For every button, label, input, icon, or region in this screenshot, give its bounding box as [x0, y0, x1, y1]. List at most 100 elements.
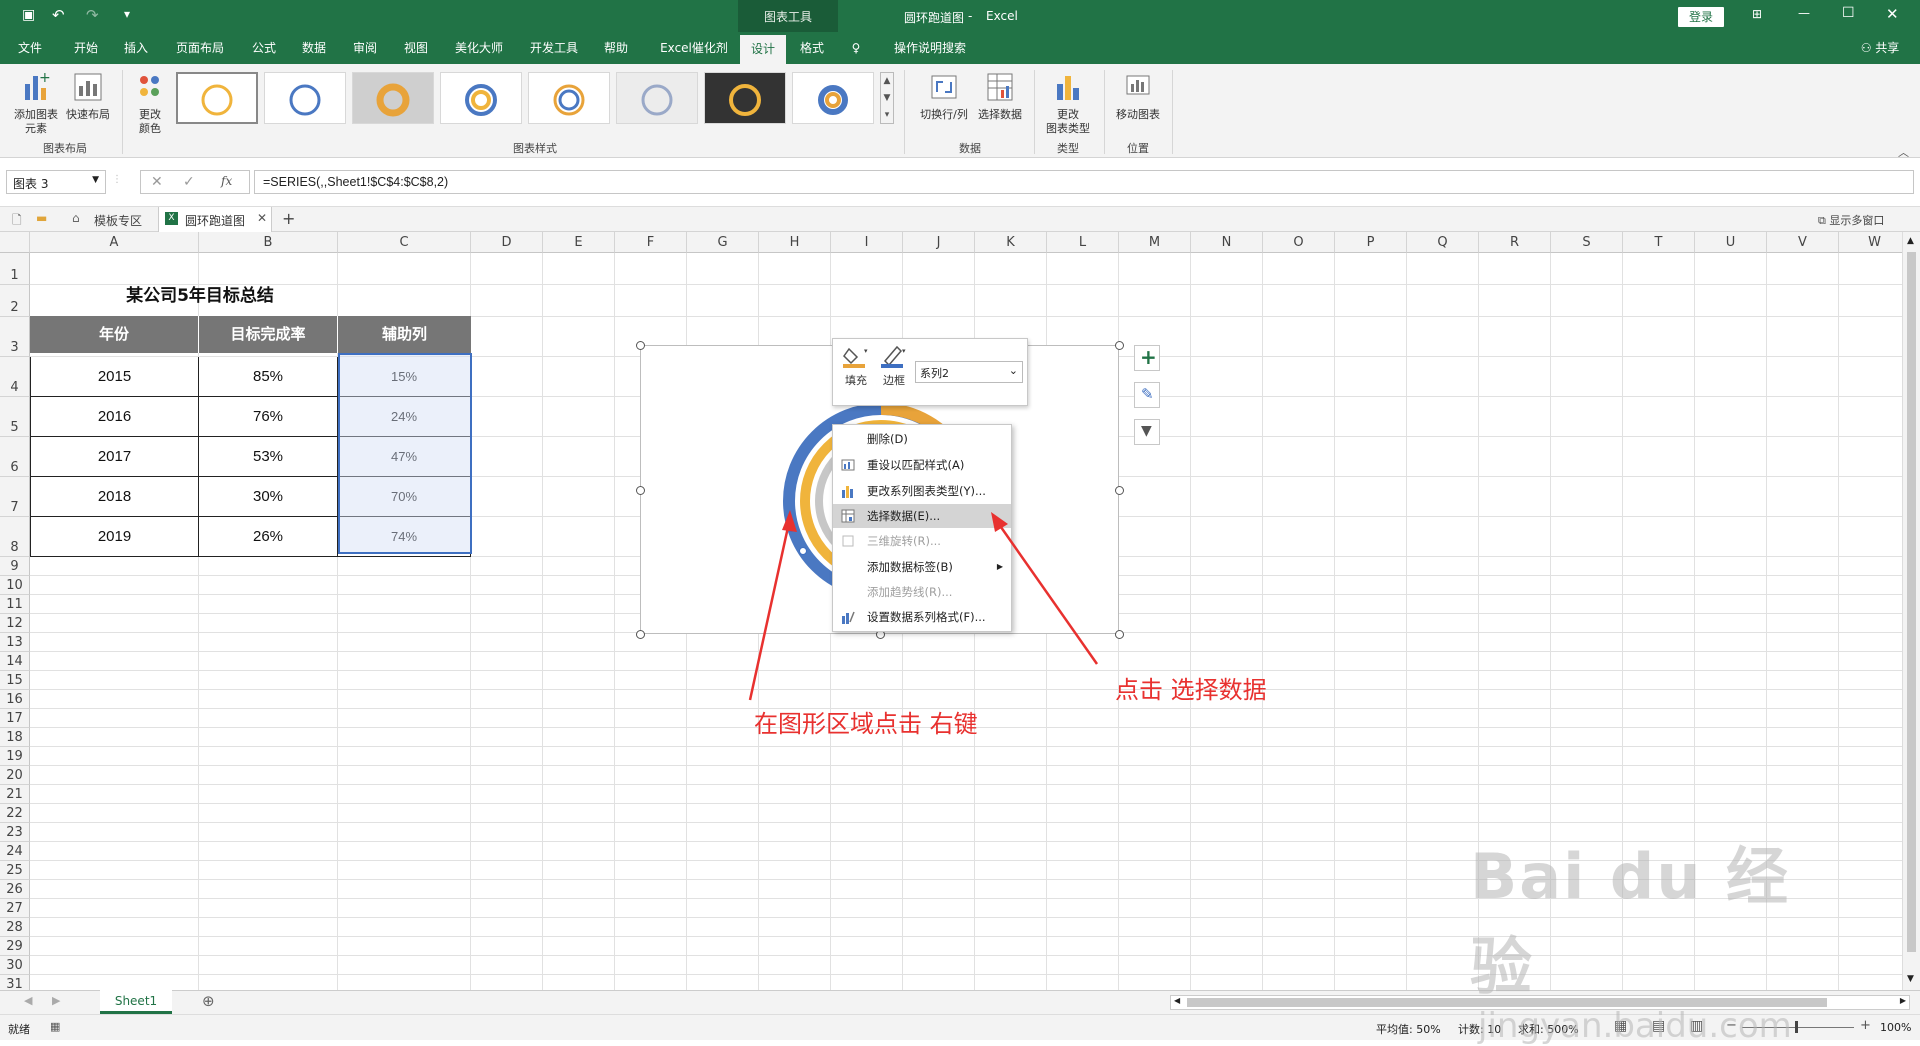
column-header-V[interactable]: V [1767, 232, 1839, 253]
row-header-24[interactable]: 24 [0, 842, 30, 861]
border-button[interactable]: ▾ 边框 [877, 343, 911, 401]
row-header-6[interactable]: 6 [0, 437, 30, 477]
row-header-29[interactable]: 29 [0, 937, 30, 956]
file-tab[interactable]: X 圆环跑道图 ✕ [158, 207, 272, 232]
column-header-B[interactable]: B [199, 232, 338, 253]
tab-insert[interactable]: 插入 [116, 32, 156, 64]
scroll-right-icon[interactable]: ▶ [1900, 996, 1906, 1005]
formula-input[interactable]: =SERIES(,,Sheet1!$C$4:$C$8,2) [254, 170, 1914, 194]
row-header-10[interactable]: 10 [0, 576, 30, 595]
menu-item-3d-rotation[interactable]: 三维旋转(R)... [833, 529, 1011, 553]
close-icon[interactable]: ✕ [1886, 5, 1899, 23]
column-header-G[interactable]: G [687, 232, 759, 253]
scroll-up-icon[interactable]: ▲ [1907, 236, 1914, 246]
row-header-31[interactable]: 31 [0, 975, 30, 990]
table-cell[interactable]: 2015 [30, 357, 199, 397]
cancel-icon[interactable]: ✕ [151, 174, 163, 190]
row-header-15[interactable]: 15 [0, 671, 30, 690]
zoom-level[interactable]: 100% [1880, 1021, 1911, 1034]
select-all-corner[interactable] [0, 232, 30, 253]
table-cell[interactable]: 53% [199, 437, 338, 477]
chart-filters-button[interactable]: ▼ [1134, 419, 1160, 445]
column-header-J[interactable]: J [903, 232, 975, 253]
resize-handle[interactable] [1115, 341, 1124, 350]
row-header-17[interactable]: 17 [0, 709, 30, 728]
table-cell[interactable]: 85% [199, 357, 338, 397]
row-header-19[interactable]: 19 [0, 747, 30, 766]
row-header-21[interactable]: 21 [0, 785, 30, 804]
scroll-left-icon[interactable]: ◀ [1174, 996, 1180, 1005]
chart-style-1[interactable] [176, 72, 258, 124]
column-header-S[interactable]: S [1551, 232, 1623, 253]
tab-data[interactable]: 数据 [294, 32, 334, 64]
menu-item-change-series-type[interactable]: 更改系列图表类型(Y)... [833, 479, 1011, 503]
save-icon[interactable]: ▣ [22, 7, 35, 23]
redo-icon[interactable]: ↷ [86, 6, 99, 24]
resize-handle[interactable] [636, 341, 645, 350]
column-header-H[interactable]: H [759, 232, 831, 253]
macro-record-icon[interactable]: ▦ [50, 1020, 60, 1033]
tell-me-search[interactable]: 操作说明搜索 [872, 32, 988, 64]
tab-excel-catalyst[interactable]: Excel催化剂 [648, 32, 740, 64]
add-tab-icon[interactable]: + [282, 209, 295, 228]
column-header-T[interactable]: T [1623, 232, 1695, 253]
row-header-9[interactable]: 9 [0, 557, 30, 576]
chart-style-3[interactable] [352, 72, 434, 124]
tab-format[interactable]: 格式 [792, 32, 832, 64]
tab-formulas[interactable]: 公式 [244, 32, 284, 64]
series-point-handle[interactable] [799, 547, 807, 555]
tab-file[interactable]: 文件 [10, 32, 50, 64]
column-header-N[interactable]: N [1191, 232, 1263, 253]
header-year[interactable]: 年份 [30, 316, 199, 353]
name-box[interactable]: 图表 3 ▼ [6, 170, 106, 194]
resize-handle[interactable] [1115, 630, 1124, 639]
next-sheet-icon[interactable]: ▶ [52, 994, 60, 1007]
column-header-Q[interactable]: Q [1407, 232, 1479, 253]
menu-item-format-series[interactable]: 设置数据系列格式(F)... [833, 605, 1011, 629]
add-sheet-icon[interactable]: ⊕ [202, 992, 215, 1010]
template-zone-tab[interactable]: 模板专区 [94, 212, 142, 229]
column-header-U[interactable]: U [1695, 232, 1767, 253]
column-header-A[interactable]: A [30, 232, 199, 253]
add-chart-element-button[interactable]: + 添加图表 元素 [8, 70, 64, 136]
resize-handle[interactable] [636, 486, 645, 495]
table-cell[interactable]: 30% [199, 477, 338, 517]
sheet-tab-sheet1[interactable]: Sheet1 [100, 990, 172, 1014]
menu-item-select-data[interactable]: 选择数据(E)... [833, 504, 1011, 528]
tab-page-layout[interactable]: 页面布局 [168, 32, 232, 64]
row-header-30[interactable]: 30 [0, 956, 30, 975]
folder-icon[interactable]: ▬ [36, 211, 47, 225]
gallery-scroll[interactable]: ▲ ▼ ▾ [880, 72, 894, 124]
resize-handle[interactable] [636, 630, 645, 639]
tab-review[interactable]: 审阅 [345, 32, 385, 64]
column-header-P[interactable]: P [1335, 232, 1407, 253]
column-header-K[interactable]: K [975, 232, 1047, 253]
prev-sheet-icon[interactable]: ◀ [24, 994, 32, 1007]
quick-layout-button[interactable]: 快速布局 [62, 70, 114, 122]
column-header-I[interactable]: I [831, 232, 903, 253]
row-header-18[interactable]: 18 [0, 728, 30, 747]
multi-window-toggle[interactable]: ⧉ 显示多窗口 [1818, 212, 1884, 228]
tab-design[interactable]: 设计 [740, 35, 786, 64]
undo-icon[interactable]: ↶ [52, 6, 65, 24]
select-data-ribbon-button[interactable]: 选择数据 [974, 70, 1026, 122]
chart-style-6[interactable] [616, 72, 698, 124]
vertical-scrollbar[interactable]: ▲ ▼ [1902, 232, 1920, 990]
row-header-13[interactable]: 13 [0, 633, 30, 652]
enter-icon[interactable]: ✓ [183, 174, 195, 190]
menu-item-add-data-labels[interactable]: 添加数据标签(B) ▶ [833, 555, 1011, 579]
chart-style-7[interactable] [704, 72, 786, 124]
series-point-handle[interactable] [787, 524, 795, 532]
tab-home[interactable]: 开始 [66, 32, 106, 64]
table-cell[interactable]: 26% [199, 517, 338, 557]
row-header-28[interactable]: 28 [0, 918, 30, 937]
column-header-F[interactable]: F [615, 232, 687, 253]
column-header-O[interactable]: O [1263, 232, 1335, 253]
fx-icon[interactable]: fx [221, 174, 232, 188]
tab-beautify[interactable]: 美化大师 [446, 32, 512, 64]
column-header-M[interactable]: M [1119, 232, 1191, 253]
table-cell[interactable]: 2018 [30, 477, 199, 517]
row-header-25[interactable]: 25 [0, 861, 30, 880]
column-header-C[interactable]: C [338, 232, 471, 253]
column-header-E[interactable]: E [543, 232, 615, 253]
